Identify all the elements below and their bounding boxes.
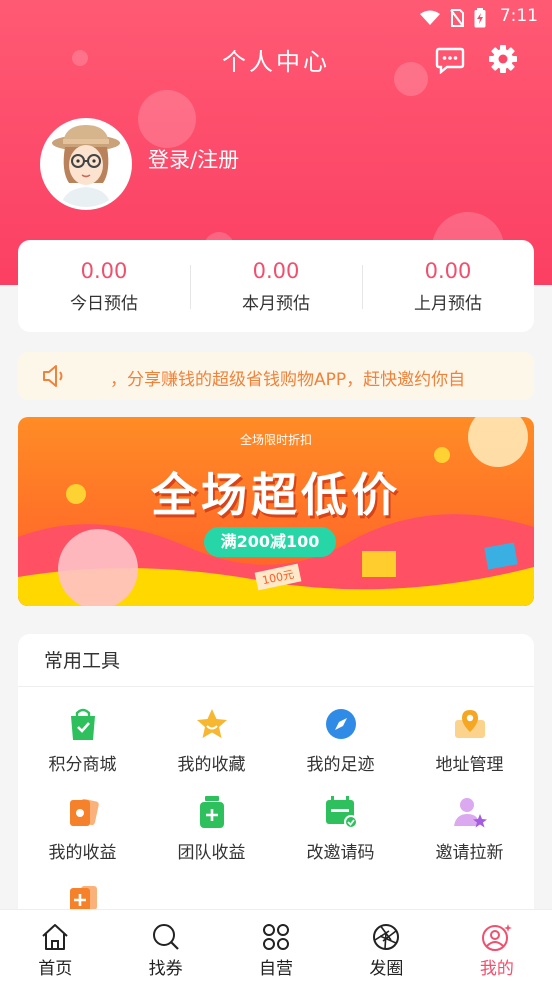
speaker-icon	[43, 365, 63, 387]
no-sim-icon	[450, 9, 464, 27]
banner-subtitle: 全场限时折扣	[239, 433, 312, 447]
tool-my-footprints[interactable]: 我的足迹	[276, 706, 405, 775]
decor-bubble	[138, 90, 196, 148]
tool-label: 改邀请码	[306, 843, 375, 863]
tool-my-favorites[interactable]: 我的收藏	[147, 706, 276, 775]
home-icon	[42, 924, 68, 950]
earnings-cards-icon	[69, 798, 99, 826]
tab-label: 首页	[38, 959, 73, 979]
stat-today[interactable]: 0.00 今日预估	[18, 259, 190, 314]
tool-label: 团队收益	[177, 843, 246, 863]
message-icon[interactable]	[435, 44, 465, 74]
stat-value: 0.00	[424, 258, 472, 283]
tool-label: 我的收益	[48, 843, 117, 863]
stat-label: 上月预估	[414, 293, 482, 314]
notice-text: ，分享赚钱的超级省钱购物APP，赶快邀约你自	[110, 370, 466, 390]
common-tools-card: 常用工具 积分商城 我的收藏 我的足迹 地址管理 我的收益 团队收益 改邀请码 …	[18, 634, 534, 924]
tool-my-earnings[interactable]: 我的收益	[18, 794, 147, 863]
tab-self-operated[interactable]: 自营	[221, 910, 331, 981]
compass-icon	[325, 709, 356, 739]
login-register-link[interactable]: 登录/注册	[148, 144, 239, 174]
calendar-check-icon	[325, 796, 358, 829]
status-bar: 7:11	[0, 0, 552, 34]
stat-label: 本月预估	[242, 293, 310, 314]
settings-gear-icon[interactable]	[488, 44, 518, 74]
stat-last-month[interactable]: 0.00 上月预估	[362, 259, 534, 314]
status-icons	[420, 8, 486, 28]
divider	[18, 686, 534, 687]
tab-label: 发圈	[369, 959, 404, 979]
banner-headline: 全场超低价	[151, 468, 401, 522]
page-title: 个人中心	[222, 48, 330, 76]
wifi-icon	[420, 10, 440, 25]
stat-value: 0.00	[252, 258, 300, 283]
tool-label: 地址管理	[435, 755, 504, 775]
tool-label: 我的足迹	[306, 755, 375, 775]
tab-mine[interactable]: 我的	[442, 910, 552, 981]
stat-value: 0.00	[80, 258, 128, 283]
user-star-icon	[453, 798, 487, 828]
avatar-illustration	[43, 121, 129, 207]
tool-invite-new-users[interactable]: 邀请拉新	[405, 794, 534, 863]
stat-this-month[interactable]: 0.00 本月预估	[190, 259, 362, 314]
shopping-bag-icon	[70, 708, 95, 740]
search-icon	[152, 924, 179, 950]
earnings-stats-card: 0.00 今日预估 0.00 本月预估 0.00 上月预估	[18, 240, 534, 332]
grid-icon	[263, 924, 290, 950]
tool-change-invite-code[interactable]: 改邀请码	[276, 794, 405, 863]
section-title: 常用工具	[44, 650, 121, 672]
jar-plus-icon	[199, 796, 224, 828]
star-icon	[196, 709, 227, 738]
status-time: 7:11	[499, 6, 538, 26]
tool-label: 积分商城	[48, 755, 117, 775]
tab-moments[interactable]: 发圈	[331, 910, 441, 981]
tab-label: 我的	[479, 959, 514, 979]
tab-label: 自营	[259, 959, 294, 979]
tool-label: 邀请拉新	[435, 843, 504, 863]
profile-icon	[481, 924, 512, 951]
avatar[interactable]	[40, 118, 132, 210]
tab-home[interactable]: 首页	[0, 910, 110, 981]
tool-label: 我的收藏	[177, 755, 246, 775]
notice-bar[interactable]: ，分享赚钱的超级省钱购物APP，赶快邀约你自	[18, 352, 534, 400]
tool-points-mall[interactable]: 积分商城	[18, 706, 147, 775]
promo-banner[interactable]: 全场限时折扣 全场超低价 满200减100 100元	[18, 417, 534, 606]
banner-promo-pill: 满200减100	[204, 527, 336, 557]
battery-icon	[474, 8, 486, 28]
bottom-tab-bar: 首页 找券 自营 发圈 我的	[0, 909, 552, 981]
tab-find-coupons[interactable]: 找券	[110, 910, 220, 981]
stat-label: 今日预估	[70, 293, 138, 314]
tool-address-management[interactable]: 地址管理	[405, 706, 534, 775]
aperture-icon	[373, 924, 400, 950]
tab-label: 找券	[148, 959, 183, 979]
map-pin-icon	[454, 710, 485, 738]
tool-team-earnings[interactable]: 团队收益	[147, 794, 276, 863]
